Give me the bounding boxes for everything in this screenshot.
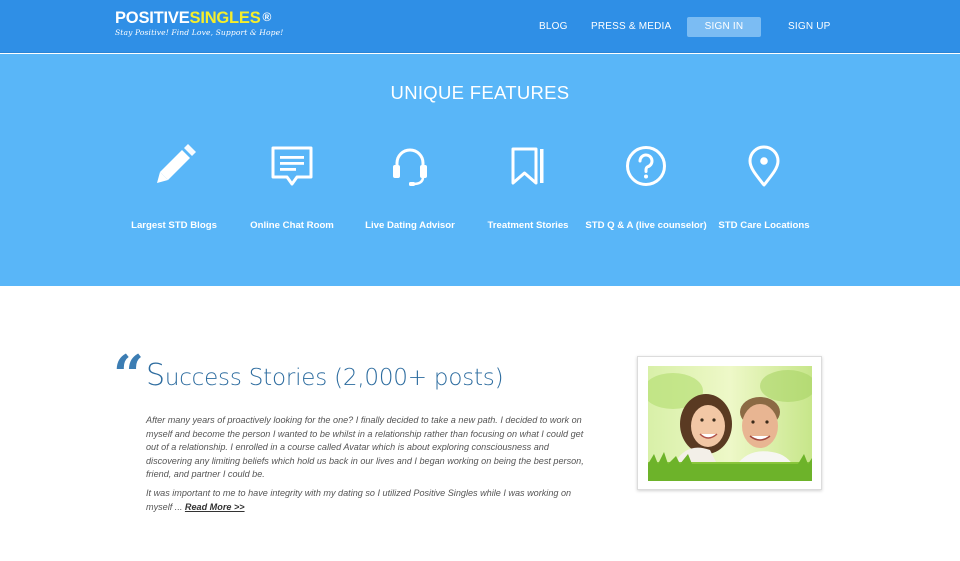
logo-wordmark: POSITIVESINGLES ® [115, 9, 283, 27]
logo-tagline: Stay Positive! Find Love, Support & Hope… [115, 28, 284, 37]
bookmark-book-icon [511, 147, 544, 185]
story-paragraph-1: After many years of proactively looking … [146, 415, 584, 480]
nav-sign-up-link[interactable]: SIGN UP [788, 21, 831, 32]
question-circle-icon [626, 146, 666, 186]
sign-in-button[interactable]: SIGN IN [687, 17, 761, 37]
unique-features-section: UNIQUE FEATURES Largest STD Blogs Online… [0, 54, 960, 286]
couple-photo [648, 366, 812, 481]
map-pin-icon [748, 145, 780, 187]
features-heading: UNIQUE FEATURES [390, 82, 570, 103]
logo-registered-mark: ® [262, 10, 272, 24]
pencil-icon [157, 144, 196, 183]
logo-word-singles: SINGLES [189, 9, 261, 27]
feature-label: STD Care Locations [718, 220, 810, 231]
title-rest: uccess Stories (2,000+ posts) [164, 365, 504, 391]
success-story-photo-frame[interactable] [637, 356, 822, 490]
title-first-letter: S [146, 358, 165, 393]
logo-word-positive: POSITIVE [115, 9, 190, 27]
quote-mark-icon: “ [113, 343, 145, 407]
top-navigation-bar: POSITIVESINGLES ® Stay Positive! Find Lov… [0, 0, 960, 53]
chat-bubble-icon [271, 146, 313, 186]
site-logo[interactable]: POSITIVESINGLES ® Stay Positive! Find Lov… [115, 9, 283, 37]
story-paragraph-2: It was important to me to have integrity… [146, 487, 594, 514]
feature-std-care-locations[interactable]: STD Care Locations [694, 144, 834, 231]
nav-blog-link[interactable]: BLOG [539, 21, 568, 32]
nav-press-media-link[interactable]: PRESS & MEDIA [591, 21, 671, 32]
headset-icon [393, 148, 427, 186]
read-more-link[interactable]: Read More >> [185, 502, 245, 512]
success-stories-title[interactable]: Success Stories (2,000+ posts) [146, 358, 504, 393]
